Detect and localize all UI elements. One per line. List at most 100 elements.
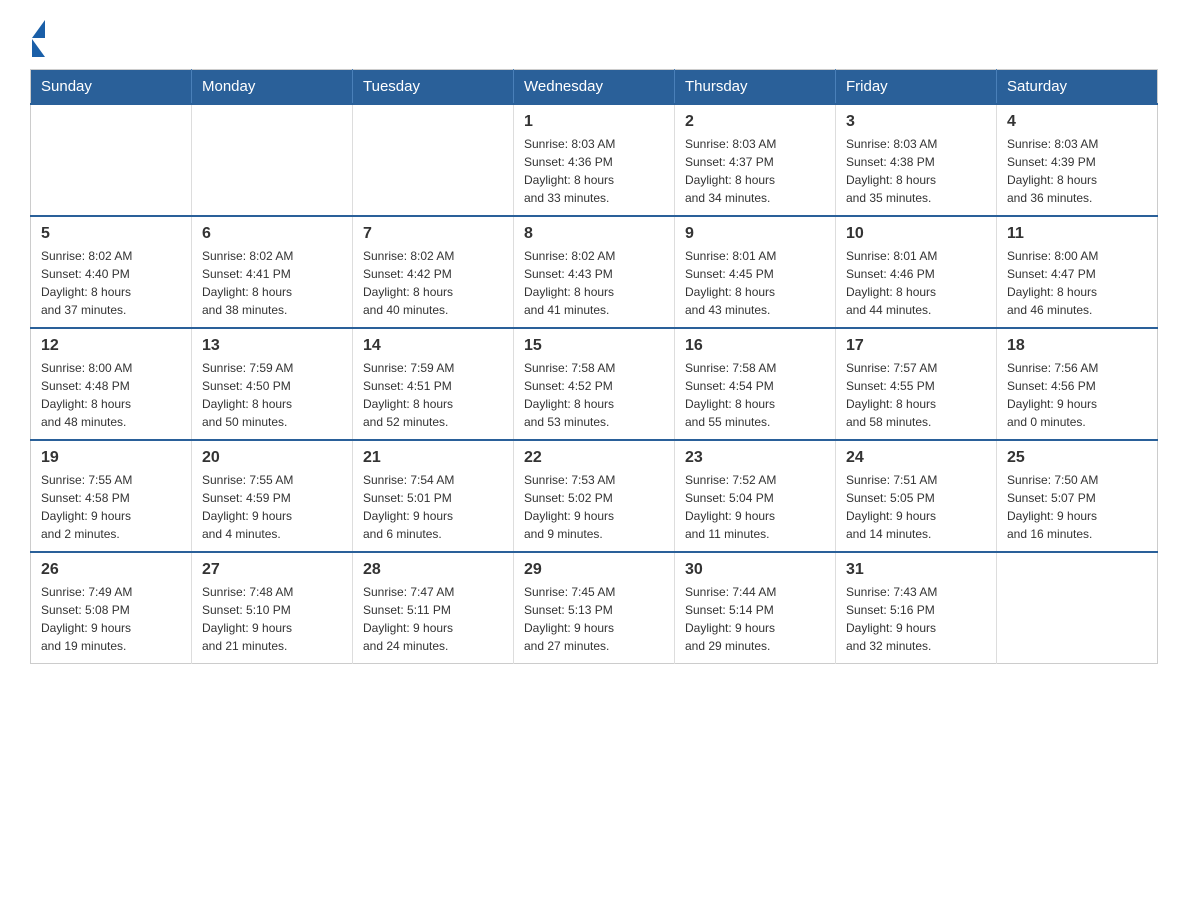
day-number: 11 bbox=[1007, 225, 1147, 243]
day-info: Sunrise: 7:52 AMSunset: 5:04 PMDaylight:… bbox=[685, 471, 825, 543]
calendar-day-cell: 7 Sunrise: 8:02 AMSunset: 4:42 PMDaylight… bbox=[353, 216, 514, 328]
calendar-week-row: 26Sunrise: 7:49 AMSunset: 5:08 PMDayligh… bbox=[31, 552, 1158, 664]
calendar-day-cell: 1 Sunrise: 8:03 AMSunset: 4:36 PMDaylight… bbox=[514, 104, 675, 216]
day-info: Sunrise: 8:02 AMSunset: 4:43 PMDaylight:… bbox=[524, 247, 664, 319]
day-number: 21 bbox=[363, 449, 503, 467]
calendar-day-cell: 25 Sunrise: 7:50 AMSunset: 5:07 PMDayligh… bbox=[997, 440, 1158, 552]
day-number: 27 bbox=[202, 561, 342, 579]
day-info: Sunrise: 8:03 AMSunset: 4:39 PMDaylight:… bbox=[1007, 135, 1147, 207]
calendar-header-row: SundayMondayTuesdayWednesdayThursdayFrid… bbox=[31, 70, 1158, 105]
calendar-day-cell: 9 Sunrise: 8:01 AMSunset: 4:45 PMDaylight… bbox=[675, 216, 836, 328]
day-info: Sunrise: 7:51 AMSunset: 5:05 PMDaylight:… bbox=[846, 471, 986, 543]
calendar-day-cell: 17 Sunrise: 7:57 AMSunset: 4:55 PMDayligh… bbox=[836, 328, 997, 440]
calendar-day-cell: 6 Sunrise: 8:02 AMSunset: 4:41 PMDaylight… bbox=[192, 216, 353, 328]
day-number: 31 bbox=[846, 561, 986, 579]
calendar-day-cell: 10 Sunrise: 8:01 AMSunset: 4:46 PMDayligh… bbox=[836, 216, 997, 328]
day-of-week-header: Sunday bbox=[31, 70, 192, 105]
day-info: Sunrise: 8:02 AMSunset: 4:42 PMDaylight:… bbox=[363, 247, 503, 319]
calendar-day-cell: 3 Sunrise: 8:03 AMSunset: 4:38 PMDaylight… bbox=[836, 104, 997, 216]
day-number: 24 bbox=[846, 449, 986, 467]
calendar-day-cell: 24 Sunrise: 7:51 AMSunset: 5:05 PMDayligh… bbox=[836, 440, 997, 552]
day-of-week-header: Saturday bbox=[997, 70, 1158, 105]
day-info: Sunrise: 7:48 AMSunset: 5:10 PMDaylight:… bbox=[202, 583, 342, 655]
day-info: Sunrise: 8:01 AMSunset: 4:46 PMDaylight:… bbox=[846, 247, 986, 319]
calendar-day-cell: 16 Sunrise: 7:58 AMSunset: 4:54 PMDayligh… bbox=[675, 328, 836, 440]
day-info: Sunrise: 7:45 AMSunset: 5:13 PMDaylight:… bbox=[524, 583, 664, 655]
calendar-day-cell: 4 Sunrise: 8:03 AMSunset: 4:39 PMDaylight… bbox=[997, 104, 1158, 216]
day-of-week-header: Tuesday bbox=[353, 70, 514, 105]
day-number: 23 bbox=[685, 449, 825, 467]
calendar-day-cell: 12Sunrise: 8:00 AMSunset: 4:48 PMDayligh… bbox=[31, 328, 192, 440]
day-number: 13 bbox=[202, 337, 342, 355]
day-number: 6 bbox=[202, 225, 342, 243]
calendar-day-cell: 30 Sunrise: 7:44 AMSunset: 5:14 PMDayligh… bbox=[675, 552, 836, 664]
calendar-day-cell: 29 Sunrise: 7:45 AMSunset: 5:13 PMDayligh… bbox=[514, 552, 675, 664]
calendar-day-cell: 20 Sunrise: 7:55 AMSunset: 4:59 PMDayligh… bbox=[192, 440, 353, 552]
day-number: 25 bbox=[1007, 449, 1147, 467]
day-info: Sunrise: 7:59 AMSunset: 4:51 PMDaylight:… bbox=[363, 359, 503, 431]
day-number: 2 bbox=[685, 113, 825, 131]
day-number: 22 bbox=[524, 449, 664, 467]
day-info: Sunrise: 7:54 AMSunset: 5:01 PMDaylight:… bbox=[363, 471, 503, 543]
day-of-week-header: Friday bbox=[836, 70, 997, 105]
day-info: Sunrise: 7:56 AMSunset: 4:56 PMDaylight:… bbox=[1007, 359, 1147, 431]
day-number: 8 bbox=[524, 225, 664, 243]
day-info: Sunrise: 8:03 AMSunset: 4:38 PMDaylight:… bbox=[846, 135, 986, 207]
day-number: 9 bbox=[685, 225, 825, 243]
day-info: Sunrise: 7:44 AMSunset: 5:14 PMDaylight:… bbox=[685, 583, 825, 655]
calendar-table: SundayMondayTuesdayWednesdayThursdayFrid… bbox=[30, 69, 1158, 664]
day-of-week-header: Thursday bbox=[675, 70, 836, 105]
calendar-day-cell: 21 Sunrise: 7:54 AMSunset: 5:01 PMDayligh… bbox=[353, 440, 514, 552]
day-number: 16 bbox=[685, 337, 825, 355]
calendar-day-cell: 2Sunrise: 8:03 AMSunset: 4:37 PMDaylight… bbox=[675, 104, 836, 216]
calendar-day-cell: 23 Sunrise: 7:52 AMSunset: 5:04 PMDayligh… bbox=[675, 440, 836, 552]
day-info: Sunrise: 7:55 AMSunset: 4:59 PMDaylight:… bbox=[202, 471, 342, 543]
day-info: Sunrise: 7:53 AMSunset: 5:02 PMDaylight:… bbox=[524, 471, 664, 543]
calendar-day-cell bbox=[997, 552, 1158, 664]
day-info: Sunrise: 8:02 AMSunset: 4:41 PMDaylight:… bbox=[202, 247, 342, 319]
calendar-week-row: 19 Sunrise: 7:55 AMSunset: 4:58 PMDayligh… bbox=[31, 440, 1158, 552]
day-info: Sunrise: 7:58 AMSunset: 4:52 PMDaylight:… bbox=[524, 359, 664, 431]
day-info: Sunrise: 7:50 AMSunset: 5:07 PMDaylight:… bbox=[1007, 471, 1147, 543]
day-info: Sunrise: 7:58 AMSunset: 4:54 PMDaylight:… bbox=[685, 359, 825, 431]
day-number: 19 bbox=[41, 449, 181, 467]
day-number: 3 bbox=[846, 113, 986, 131]
day-info: Sunrise: 7:47 AMSunset: 5:11 PMDaylight:… bbox=[363, 583, 503, 655]
day-number: 29 bbox=[524, 561, 664, 579]
calendar-day-cell: 26Sunrise: 7:49 AMSunset: 5:08 PMDayligh… bbox=[31, 552, 192, 664]
calendar-day-cell bbox=[192, 104, 353, 216]
logo bbox=[30, 20, 45, 49]
day-info: Sunrise: 7:57 AMSunset: 4:55 PMDaylight:… bbox=[846, 359, 986, 431]
day-number: 17 bbox=[846, 337, 986, 355]
day-number: 14 bbox=[363, 337, 503, 355]
day-of-week-header: Monday bbox=[192, 70, 353, 105]
day-number: 5 bbox=[41, 225, 181, 243]
calendar-day-cell: 15 Sunrise: 7:58 AMSunset: 4:52 PMDayligh… bbox=[514, 328, 675, 440]
day-number: 20 bbox=[202, 449, 342, 467]
day-number: 1 bbox=[524, 113, 664, 131]
day-info: Sunrise: 8:03 AMSunset: 4:36 PMDaylight:… bbox=[524, 135, 664, 207]
day-info: Sunrise: 7:55 AMSunset: 4:58 PMDaylight:… bbox=[41, 471, 181, 543]
calendar-day-cell: 13Sunrise: 7:59 AMSunset: 4:50 PMDayligh… bbox=[192, 328, 353, 440]
day-number: 28 bbox=[363, 561, 503, 579]
calendar-day-cell bbox=[353, 104, 514, 216]
calendar-day-cell: 27 Sunrise: 7:48 AMSunset: 5:10 PMDayligh… bbox=[192, 552, 353, 664]
day-number: 10 bbox=[846, 225, 986, 243]
day-number: 4 bbox=[1007, 113, 1147, 131]
calendar-day-cell: 18 Sunrise: 7:56 AMSunset: 4:56 PMDayligh… bbox=[997, 328, 1158, 440]
day-number: 26 bbox=[41, 561, 181, 579]
day-number: 18 bbox=[1007, 337, 1147, 355]
day-number: 7 bbox=[363, 225, 503, 243]
calendar-day-cell: 14 Sunrise: 7:59 AMSunset: 4:51 PMDayligh… bbox=[353, 328, 514, 440]
day-info: Sunrise: 8:00 AMSunset: 4:48 PMDaylight:… bbox=[41, 359, 181, 431]
day-info: Sunrise: 8:01 AMSunset: 4:45 PMDaylight:… bbox=[685, 247, 825, 319]
day-number: 30 bbox=[685, 561, 825, 579]
calendar-day-cell: 8 Sunrise: 8:02 AMSunset: 4:43 PMDaylight… bbox=[514, 216, 675, 328]
page-header bbox=[30, 20, 1158, 49]
calendar-week-row: 1 Sunrise: 8:03 AMSunset: 4:36 PMDaylight… bbox=[31, 104, 1158, 216]
day-number: 15 bbox=[524, 337, 664, 355]
calendar-week-row: 5Sunrise: 8:02 AMSunset: 4:40 PMDaylight… bbox=[31, 216, 1158, 328]
calendar-day-cell: 31Sunrise: 7:43 AMSunset: 5:16 PMDayligh… bbox=[836, 552, 997, 664]
calendar-week-row: 12Sunrise: 8:00 AMSunset: 4:48 PMDayligh… bbox=[31, 328, 1158, 440]
calendar-day-cell bbox=[31, 104, 192, 216]
